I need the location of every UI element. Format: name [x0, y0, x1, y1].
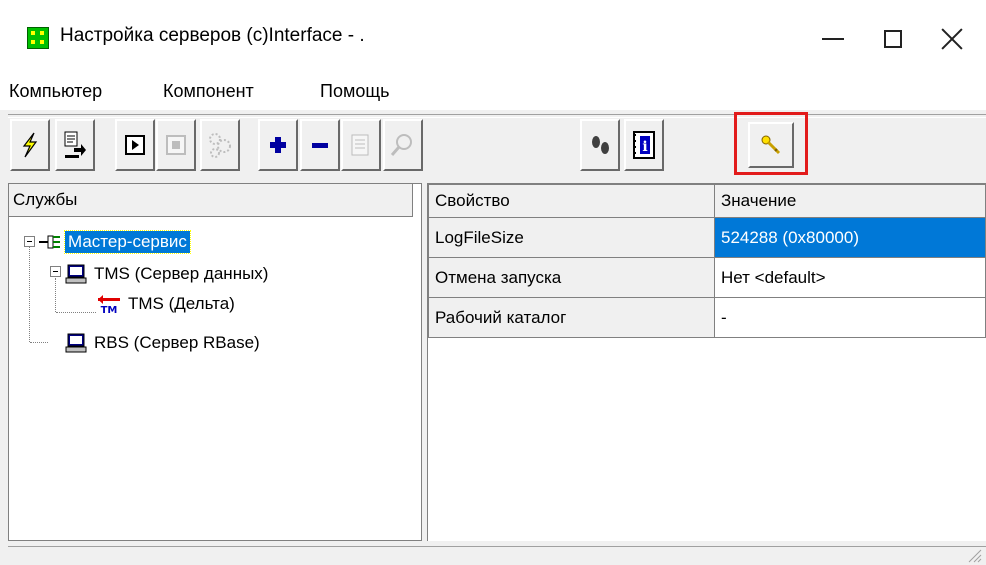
menu-bar: Компьютер Компонент Помощь [0, 76, 986, 110]
lightning-icon [22, 132, 38, 158]
add-icon [270, 137, 286, 153]
tree-node-master-service[interactable]: Мастер-сервис [39, 228, 191, 256]
find-button[interactable] [383, 119, 423, 171]
table-header-row: Свойство Значение [428, 184, 986, 218]
footprints-icon [592, 136, 609, 154]
services-tree-pane[interactable]: Службы Мастер-сервис TMS (Сервер данных)… [8, 183, 422, 541]
info-icon: i [633, 131, 655, 159]
properties-button[interactable] [341, 119, 381, 171]
remove-icon [312, 143, 328, 148]
menu-component[interactable]: Компонент [163, 81, 254, 102]
menu-computer[interactable]: Компьютер [9, 81, 102, 102]
tree-line [55, 278, 56, 312]
export-icon [64, 131, 86, 158]
tree-node-label: Мастер-сервис [64, 230, 191, 254]
settings-map-icon [209, 133, 231, 158]
tm-delta-icon: TM [98, 295, 120, 314]
tree-line [29, 246, 30, 342]
properties-icon [351, 134, 369, 156]
tree-node-tms-delta[interactable]: TM TMS (Дельта) [97, 290, 238, 318]
stop-icon [166, 135, 186, 155]
property-value[interactable]: 524288 (0x80000) [713, 217, 986, 258]
computer-icon [65, 333, 87, 353]
property-name[interactable]: Отмена запуска [428, 257, 715, 298]
table-row[interactable]: Отмена запуска Нет <default> [428, 257, 986, 298]
collapse-toggle[interactable] [24, 236, 35, 247]
properties-pane[interactable]: Свойство Значение LogFileSize 524288 (0x… [427, 183, 986, 541]
minimize-icon [822, 38, 844, 40]
maximize-icon [884, 30, 902, 48]
property-value[interactable]: Нет <default> [713, 257, 986, 298]
computer-icon [65, 264, 87, 284]
title-bar[interactable]: Настройка серверов (c)Interface - . [0, 0, 986, 76]
trace-button[interactable] [580, 119, 620, 171]
info-button[interactable]: i [624, 119, 664, 171]
tree-line [30, 342, 48, 343]
toolbar-divider [8, 114, 986, 118]
app-icon [27, 27, 49, 49]
key-button-highlight [734, 112, 808, 175]
table-row[interactable]: Рабочий каталог - [428, 297, 986, 338]
window-title: Настройка серверов (c)Interface - . [60, 25, 365, 46]
tree-node-tms-data-server[interactable]: TMS (Сервер данных) [65, 260, 271, 288]
column-header-value[interactable]: Значение [713, 184, 986, 218]
tree-node-label: RBS (Сервер RBase) [94, 333, 260, 352]
find-icon [390, 134, 412, 156]
minimize-button[interactable] [808, 14, 858, 64]
network-icon [39, 235, 60, 249]
stop-button[interactable] [156, 119, 196, 171]
property-name[interactable]: LogFileSize [428, 217, 715, 258]
tree-line [56, 312, 96, 313]
svg-text:i: i [642, 139, 647, 155]
remove-button[interactable] [300, 119, 340, 171]
close-button[interactable] [927, 14, 977, 64]
tree-node-rbs-server[interactable]: RBS (Сервер RBase) [65, 329, 263, 357]
tm-icon-text: TM [101, 305, 118, 314]
close-icon [941, 28, 963, 50]
settings-map-button[interactable] [200, 119, 240, 171]
maximize-button[interactable] [868, 14, 918, 64]
menu-help[interactable]: Помощь [320, 81, 390, 102]
tree-node-label: TMS (Дельта) [128, 294, 235, 313]
property-value[interactable]: - [713, 297, 986, 338]
connect-button[interactable] [10, 119, 50, 171]
table-row[interactable]: LogFileSize 524288 (0x80000) [428, 217, 986, 258]
collapse-toggle[interactable] [50, 266, 61, 277]
resize-grip-icon[interactable] [966, 547, 982, 563]
status-bar [8, 546, 986, 565]
tree-node-label: TMS (Сервер данных) [94, 264, 269, 283]
property-name[interactable]: Рабочий каталог [428, 297, 715, 338]
add-button[interactable] [258, 119, 298, 171]
tree-header[interactable]: Службы [9, 184, 413, 217]
start-button[interactable] [115, 119, 155, 171]
column-header-property[interactable]: Свойство [428, 184, 715, 218]
properties-table: Свойство Значение LogFileSize 524288 (0x… [428, 184, 986, 338]
start-icon [125, 135, 145, 155]
export-button[interactable] [55, 119, 95, 171]
